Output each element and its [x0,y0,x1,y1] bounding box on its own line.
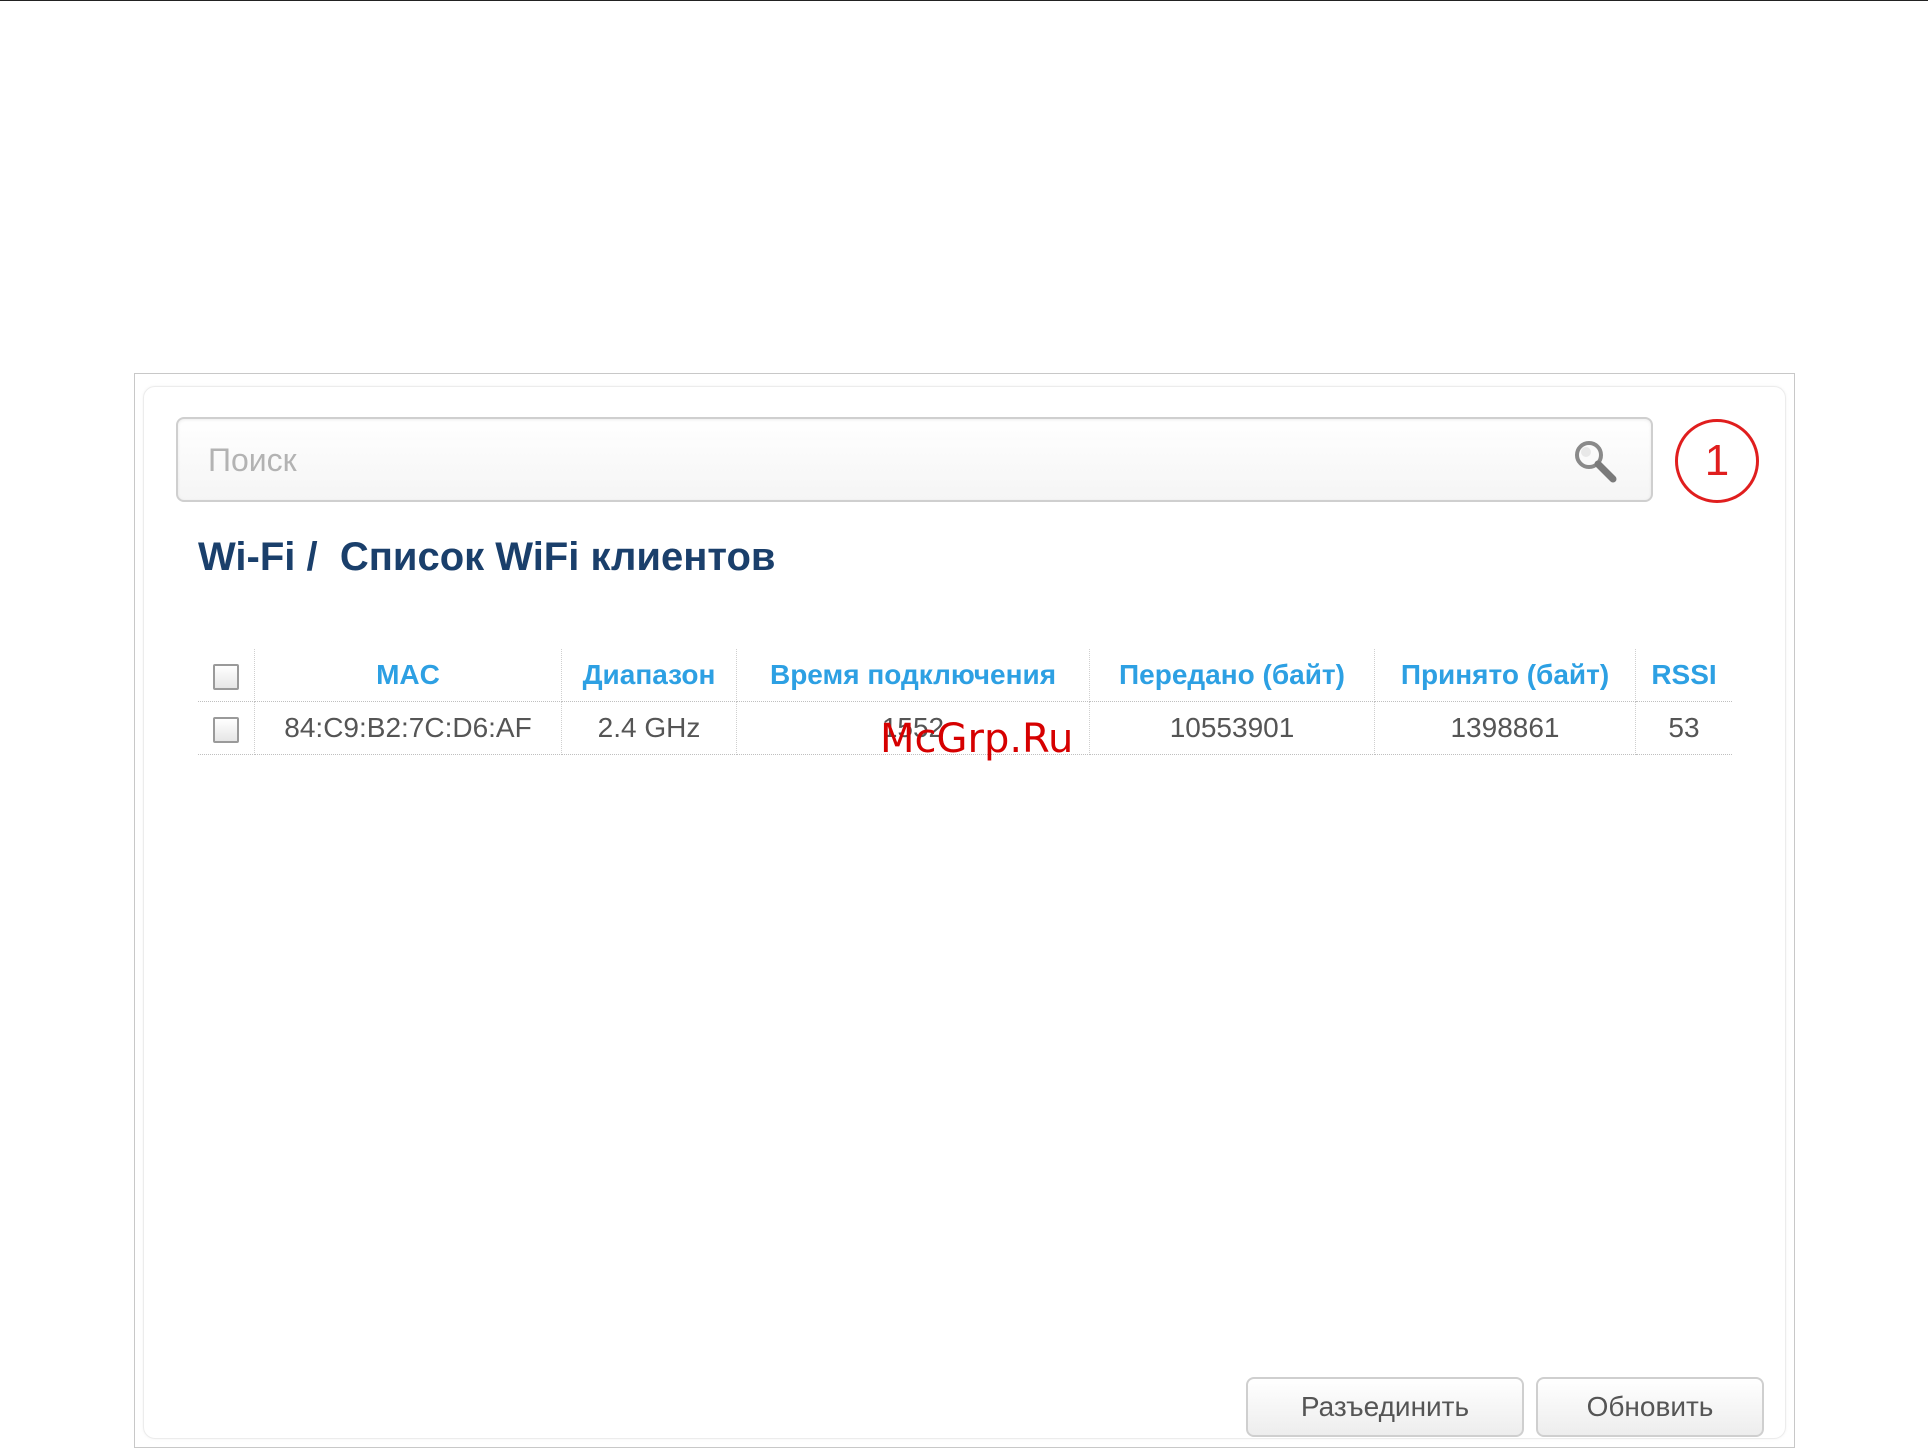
disconnect-button[interactable]: Разъединить [1246,1377,1524,1437]
top-rule [0,0,1928,1]
search-input[interactable] [206,419,1550,502]
column-header-sent-bytes[interactable]: Передано (байт) [1089,649,1375,702]
cell-sent-bytes: 10553901 [1089,701,1375,755]
callout-number-badge: 1 [1675,419,1759,503]
column-header-connection-time[interactable]: Время подключения [736,649,1090,702]
screenshot-frame: 1 Wi-Fi / Список WiFi клиентов MAC Диапа… [134,373,1795,1448]
column-header-rssi[interactable]: RSSI [1635,649,1732,702]
page-title: Wi-Fi / Список WiFi клиентов [198,535,776,579]
row-checkbox[interactable] [213,716,239,743]
row-select-cell [198,701,255,755]
refresh-button[interactable]: Обновить [1536,1377,1764,1437]
table-header-row: MAC Диапазон Время подключения Передано … [198,649,1732,702]
cell-mac: 84:C9:B2:7C:D6:AF [254,701,562,755]
select-all-checkbox[interactable] [213,663,239,690]
column-header-received-bytes[interactable]: Принято (байт) [1374,649,1636,702]
search-icon[interactable] [1571,437,1619,485]
column-header-band[interactable]: Диапазон [561,649,737,702]
cell-band: 2.4 GHz [561,701,737,755]
cell-received-bytes: 1398861 [1374,701,1636,755]
watermark-text: McGrp.Ru [880,716,1074,762]
content-card: 1 Wi-Fi / Список WiFi клиентов MAC Диапа… [143,386,1786,1439]
column-header-mac[interactable]: MAC [254,649,562,702]
search-box[interactable] [176,417,1653,502]
select-all-cell [198,649,255,702]
cell-rssi: 53 [1635,701,1732,755]
